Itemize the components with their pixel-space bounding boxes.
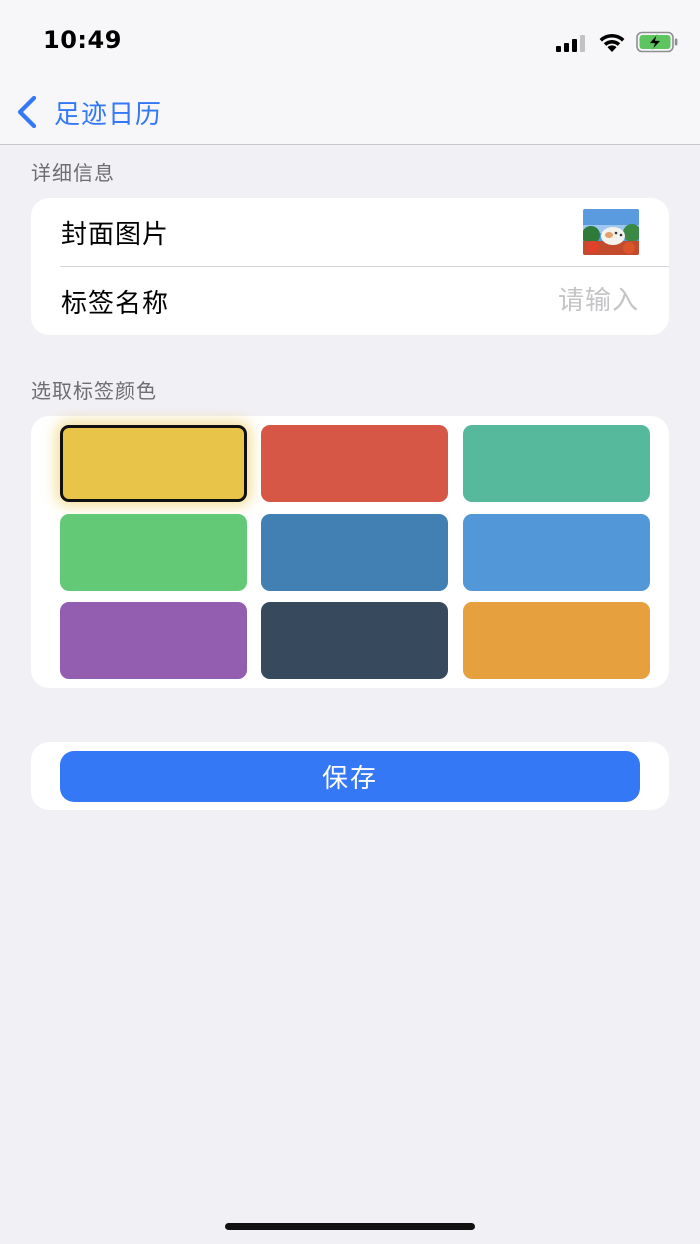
color-swatch-8[interactable] bbox=[261, 602, 448, 679]
tag-name-row: 标签名称 bbox=[31, 267, 669, 335]
status-time: 10:49 bbox=[43, 26, 122, 54]
navigation-bar: 足迹日历 bbox=[0, 84, 700, 145]
color-picker-card bbox=[31, 416, 669, 688]
wifi-icon bbox=[599, 33, 625, 52]
status-bar: 10:49 bbox=[0, 0, 700, 84]
cover-picture-icon bbox=[583, 209, 639, 255]
cellular-signal-icon bbox=[556, 35, 585, 52]
color-swatch-4[interactable] bbox=[60, 514, 247, 591]
color-swatch-2[interactable] bbox=[261, 425, 448, 502]
details-card: 封面图片 标签名称 bbox=[31, 198, 669, 335]
back-label: 足迹日历 bbox=[54, 99, 163, 130]
color-swatch-9[interactable] bbox=[463, 602, 650, 679]
cover-image-row[interactable]: 封面图片 bbox=[31, 198, 669, 267]
save-card: 保存 bbox=[31, 742, 669, 810]
battery-charging-icon bbox=[636, 31, 678, 53]
color-section-header: 选取标签颜色 bbox=[31, 379, 157, 403]
cover-image-label: 封面图片 bbox=[61, 219, 170, 250]
details-section-header: 详细信息 bbox=[31, 161, 115, 185]
color-swatch-5[interactable] bbox=[261, 514, 448, 591]
color-swatch-7[interactable] bbox=[60, 602, 247, 679]
tag-name-label: 标签名称 bbox=[61, 288, 170, 319]
color-swatch-1[interactable] bbox=[60, 425, 247, 502]
back-button[interactable]: 足迹日历 bbox=[14, 92, 162, 132]
home-indicator bbox=[225, 1223, 475, 1230]
color-swatch-6[interactable] bbox=[463, 514, 650, 591]
tag-name-input[interactable] bbox=[439, 286, 639, 316]
chevron-left-icon bbox=[17, 95, 37, 129]
save-button[interactable]: 保存 bbox=[60, 751, 640, 802]
color-swatch-3[interactable] bbox=[463, 425, 650, 502]
cover-image-thumbnail[interactable] bbox=[583, 209, 639, 255]
